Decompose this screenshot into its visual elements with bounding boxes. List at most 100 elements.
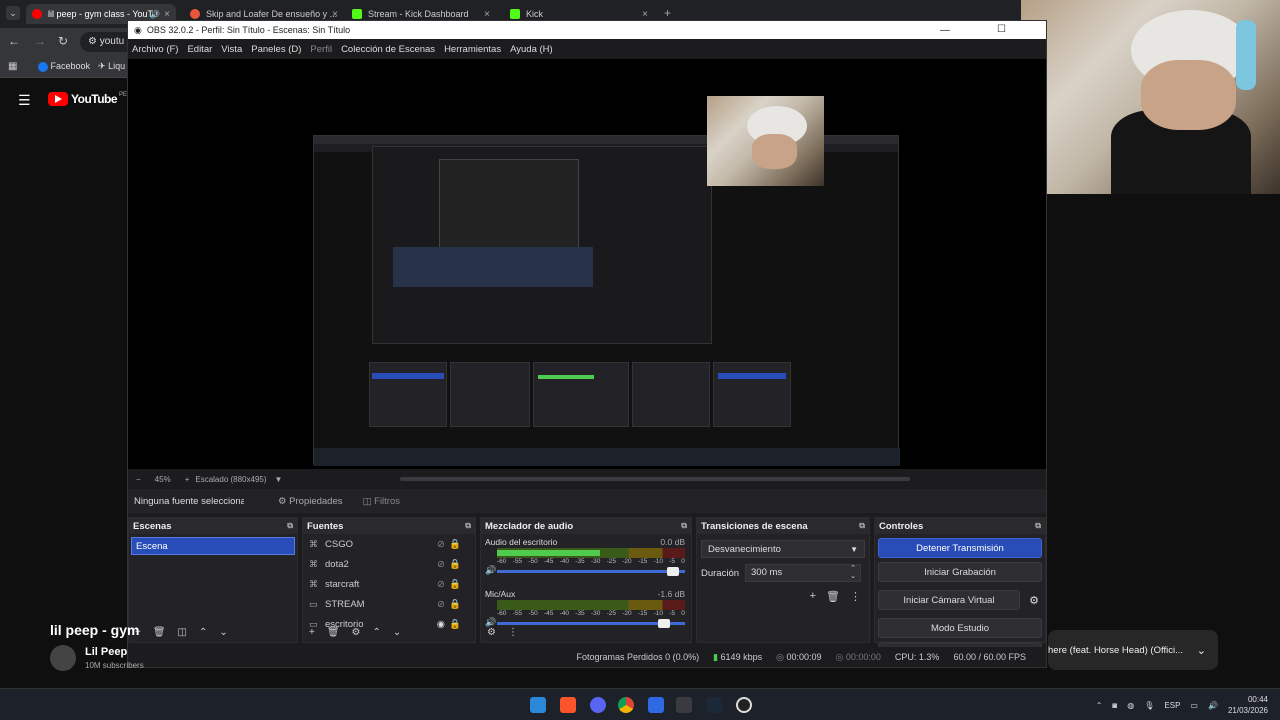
maximize-icon[interactable]: ☐ — [997, 24, 1006, 35]
menu-ayuda[interactable]: Ayuda (H) — [510, 44, 553, 55]
discord-tray-icon[interactable]: ◙ — [1112, 701, 1117, 710]
source-item-dota2[interactable]: ⌘ dota2 ⊘ 🔒 — [303, 554, 475, 574]
bookmark-other[interactable]: ✈ Liqu — [98, 61, 125, 72]
move-up-icon[interactable]: ⌃ — [199, 627, 207, 638]
chevron-down-icon[interactable]: ⌄ — [1197, 644, 1206, 657]
site-info-icon[interactable]: ⚙ — [88, 36, 100, 47]
audio-playing-icon[interactable]: 🔊 — [150, 10, 160, 19]
volume-icon[interactable]: 🔊 — [485, 565, 496, 576]
move-up-icon[interactable]: ⌃ — [373, 627, 381, 638]
new-tab-icon[interactable]: + — [664, 6, 671, 20]
virtual-camera-settings-icon[interactable]: ⚙ — [1023, 594, 1045, 607]
menu-paneles[interactable]: Paneles (D) — [251, 44, 301, 55]
add-source-icon[interactable]: + — [309, 627, 315, 638]
scale-dropdown-icon[interactable]: ▼ — [275, 475, 283, 484]
menu-archivo[interactable]: Archivo (F) — [132, 44, 178, 55]
chrome-icon[interactable] — [618, 697, 634, 713]
menu-vista[interactable]: Vista — [221, 44, 242, 55]
up-next-card[interactable]: here (feat. Horse Head) (Offici... ⌄ — [1048, 630, 1218, 670]
meter-tick: -45 — [543, 610, 554, 617]
bookmark-facebook[interactable]: Facebook — [38, 61, 90, 72]
volume-slider[interactable] — [497, 567, 685, 576]
start-recording-button[interactable]: Iniciar Grabación — [878, 562, 1042, 582]
add-transition-icon[interactable]: + — [810, 590, 816, 603]
zoom-in-icon[interactable]: + — [185, 475, 190, 484]
volume-slider-handle[interactable] — [667, 567, 680, 576]
language-indicator[interactable]: ESP — [1164, 701, 1180, 710]
channel-name[interactable]: Lil Peep — [85, 646, 127, 658]
forward-icon[interactable]: → — [34, 34, 46, 48]
source-item-csgo[interactable]: ⌘ CSGO ⊘ 🔒 — [303, 534, 475, 554]
remove-scene-icon[interactable]: 🗑 — [153, 627, 166, 638]
lock-icon[interactable]: 🔒 — [449, 559, 461, 570]
scene-item-escena[interactable]: Escena — [131, 537, 295, 555]
move-down-icon[interactable]: ⌄ — [219, 627, 227, 638]
close-icon[interactable]: × — [332, 9, 338, 20]
brave-browser-icon[interactable] — [560, 697, 576, 713]
close-icon[interactable]: × — [484, 9, 490, 20]
dock-undock-icon[interactable]: ⧉ — [465, 521, 471, 531]
window-icon: ▭ — [309, 598, 318, 609]
remove-transition-icon[interactable]: 🗑 — [826, 590, 840, 603]
hidden-eye-icon[interactable]: ⊘ — [437, 579, 445, 590]
move-down-icon[interactable]: ⌄ — [393, 627, 401, 638]
source-item-starcraft[interactable]: ⌘ starcraft ⊘ 🔒 — [303, 574, 475, 594]
dock-undock-icon[interactable]: ⧉ — [681, 521, 687, 531]
hidden-eye-icon[interactable]: ⊘ — [437, 599, 445, 610]
back-icon[interactable]: ← — [8, 34, 20, 48]
reload-icon[interactable]: ↻ — [58, 34, 68, 48]
settings-app-icon[interactable] — [676, 697, 692, 713]
microphone-icon[interactable]: 🎙 — [1144, 701, 1154, 710]
hamburger-menu-icon[interactable]: ☰ — [18, 92, 31, 109]
remove-source-icon[interactable]: 🗑 — [327, 627, 340, 638]
menu-herramientas[interactable]: Herramientas — [444, 44, 501, 55]
menu-perfil[interactable]: Perfil — [310, 44, 332, 55]
start-virtual-camera-button[interactable]: Iniciar Cámara Virtual — [878, 590, 1020, 610]
tray-overflow-icon[interactable]: ⌃ — [1096, 701, 1103, 710]
dock-undock-icon[interactable]: ⧉ — [859, 521, 865, 531]
lock-icon[interactable]: 🔒 — [449, 579, 461, 590]
filters-button[interactable]: ◫ Filtros — [363, 496, 401, 507]
duration-spinbox[interactable]: 300 ms ⌃ ⌄ — [745, 564, 861, 582]
lock-icon[interactable]: 🔒 — [449, 539, 461, 550]
volume-tray-icon[interactable]: 🔊 — [1208, 701, 1218, 710]
hidden-eye-icon[interactable]: ⊘ — [437, 539, 445, 550]
transition-options-icon[interactable]: ⋮ — [850, 590, 861, 603]
close-icon[interactable]: × — [642, 9, 648, 20]
apps-grid-icon[interactable]: ▦ — [8, 61, 17, 72]
video-title[interactable]: lil peep - gym — [50, 622, 139, 638]
windows-start-icon[interactable] — [530, 697, 546, 713]
source-item-stream[interactable]: ▭ STREAM ⊘ 🔒 — [303, 594, 475, 614]
network-icon[interactable]: ▭ — [1190, 701, 1198, 710]
obs-preview-canvas[interactable] — [128, 59, 1046, 469]
source-properties-icon[interactable]: ⚙ — [352, 627, 361, 638]
steam-icon[interactable] — [706, 697, 722, 713]
channel-avatar[interactable] — [50, 645, 76, 671]
clock[interactable]: 00:44 21/03/2026 — [1228, 694, 1268, 716]
transition-select[interactable]: Desvanecimiento ▼ — [701, 540, 865, 558]
discord-icon[interactable] — [590, 697, 606, 713]
studio-mode-button[interactable]: Modo Estudio — [878, 618, 1042, 638]
stop-stream-button[interactable]: Detener Transmisión — [878, 538, 1042, 558]
dock-undock-icon[interactable]: ⧉ — [1035, 521, 1041, 531]
obs-taskbar-icon[interactable] — [736, 697, 752, 713]
zoom-out-icon[interactable]: − — [136, 475, 141, 484]
hidden-eye-icon[interactable]: ⊘ — [437, 559, 445, 570]
meter-tick: -20 — [622, 558, 632, 565]
lock-icon[interactable]: 🔒 — [449, 599, 461, 610]
menu-coleccion-escenas[interactable]: Colección de Escenas — [341, 44, 435, 55]
steam-tray-icon[interactable]: ◍ — [1127, 701, 1134, 710]
menu-editar[interactable]: Editar — [187, 44, 212, 55]
youtube-logo[interactable]: YouTube PE — [48, 92, 127, 106]
spin-arrows-icon[interactable]: ⌃ ⌄ — [850, 565, 856, 581]
advanced-audio-icon[interactable]: ⚙ — [487, 627, 496, 638]
close-icon[interactable]: × — [164, 9, 170, 20]
preview-scrollbar[interactable] — [400, 477, 910, 481]
more-options-icon[interactable]: ⋮ — [508, 627, 518, 638]
minimize-icon[interactable]: — — [940, 25, 950, 36]
dock-undock-icon[interactable]: ⧉ — [287, 521, 293, 531]
tab-search-icon[interactable]: ⌄ — [6, 6, 20, 20]
scene-filters-icon[interactable]: ◫ — [178, 627, 187, 638]
app-icon[interactable] — [648, 697, 664, 713]
properties-button[interactable]: ⚙ Propiedades — [278, 496, 343, 507]
